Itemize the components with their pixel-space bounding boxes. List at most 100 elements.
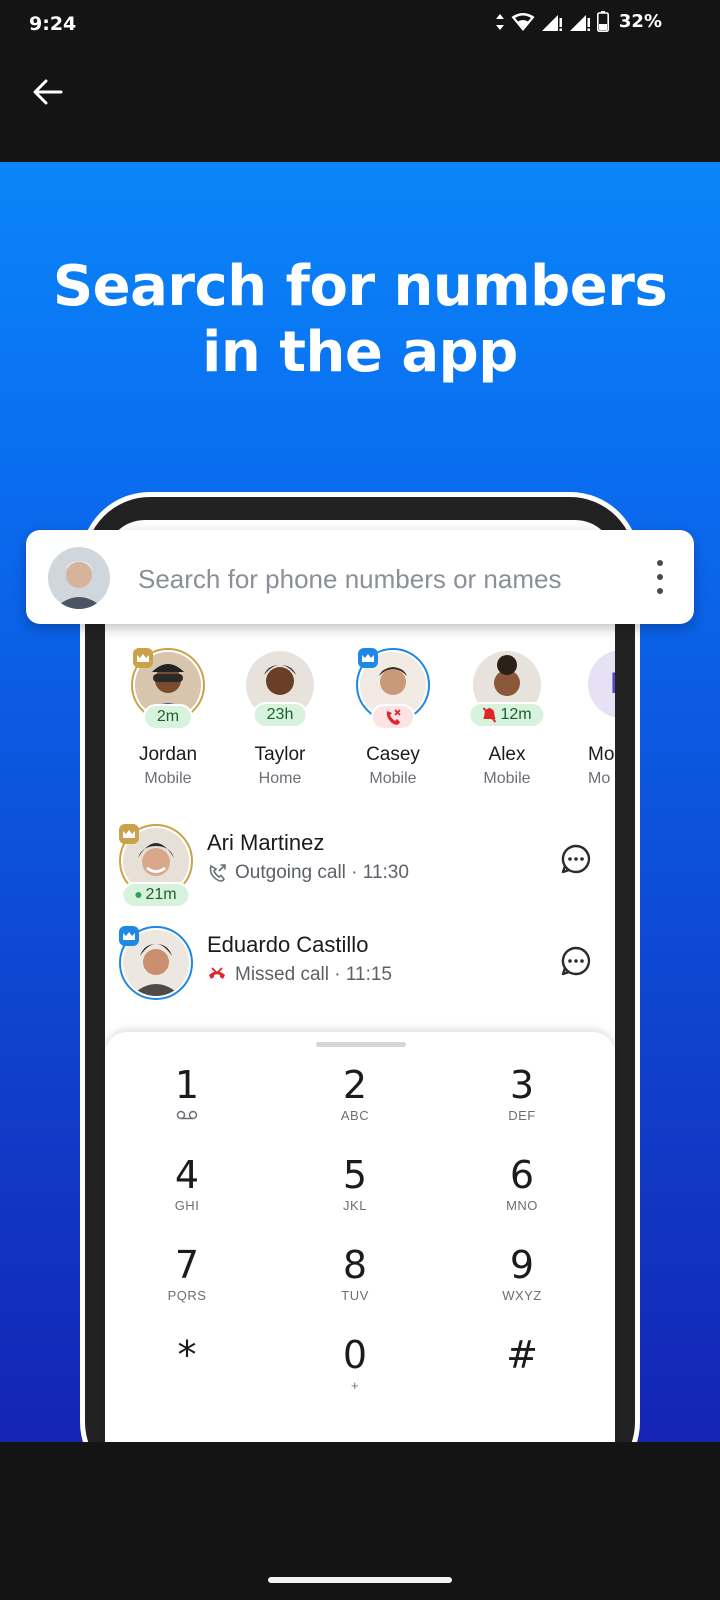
call-detail: Outgoing call · 11:30 [207, 862, 409, 884]
signal-icon-2 [569, 14, 590, 31]
call-log-row[interactable]: Eduardo Castillo Missed call · 11:15 [105, 918, 615, 1014]
more-dot [657, 574, 663, 580]
back-button[interactable] [28, 72, 68, 112]
dialpad-key-4[interactable]: 4 GHI [132, 1154, 242, 1234]
key-letters: GHI [174, 1198, 200, 1213]
dialpad-sheet: 1 2 ABC 3 DEF 4 GHI 5 JKL 6 MNO 7 PQRS 8… [105, 1032, 615, 1452]
search-input[interactable]: Search for phone numbers or names [138, 564, 561, 595]
dialpad-key-1[interactable]: 1 [132, 1064, 242, 1144]
profile-avatar[interactable] [48, 547, 110, 609]
key-digit: # [506, 1333, 538, 1377]
avatar [356, 648, 430, 730]
last-call-time: 2m [142, 704, 194, 730]
avatar [119, 926, 193, 1000]
missed-call-pill [371, 704, 415, 730]
last-call-time: 12m [468, 702, 546, 728]
chat-bubble-icon [561, 946, 591, 976]
muted-bell-icon [482, 707, 497, 723]
key-letters: DEF [508, 1108, 536, 1123]
key-letters: + [350, 1378, 360, 1393]
signal-icon [541, 14, 562, 31]
last-call-time: 21m [121, 882, 191, 908]
favorite-name: Alex [488, 744, 526, 765]
favorite-name: Taylor [254, 744, 306, 765]
call-log-row[interactable]: 21m Ari Martinez Outgoing call · 11:30 [105, 816, 615, 912]
call-detail-text: Missed call · 11:15 [235, 964, 392, 985]
message-button[interactable] [559, 842, 593, 876]
avatar: 21m [119, 824, 193, 908]
dialpad-key-6[interactable]: 6 MNO [467, 1154, 577, 1234]
avatar: 23h [243, 648, 317, 728]
key-digit: 4 [174, 1153, 200, 1197]
favorite-name: Casey [366, 744, 420, 765]
key-letters: TUV [341, 1288, 369, 1303]
premium-crown-icon [133, 648, 153, 668]
favorite-number-type: Mobile [483, 770, 531, 787]
dialpad-key-2[interactable]: 2 ABC [300, 1064, 410, 1144]
favorite-number-type: Home [258, 770, 302, 787]
key-digit: 5 [342, 1153, 368, 1197]
chat-bubble-icon [561, 844, 591, 874]
last-call-time-text: 21m [145, 886, 177, 903]
favorite-contact[interactable]: Casey Mobile [343, 648, 443, 788]
key-digit: 3 [509, 1063, 535, 1107]
key-letters [467, 1378, 577, 1394]
more-dot [657, 588, 663, 594]
message-button[interactable] [559, 944, 593, 978]
avatar-initial: M [588, 650, 615, 718]
missed-call-icon [386, 709, 401, 725]
more-vertical-icon [657, 560, 663, 566]
arrow-left-icon [33, 79, 63, 105]
favorite-contact[interactable]: 2m Jordan Mobile [118, 648, 218, 788]
key-digit: 9 [509, 1243, 535, 1287]
headline: Search for numbers in the app [52, 254, 668, 385]
dialpad-key-hash[interactable]: # [467, 1334, 577, 1414]
dialpad-key-3[interactable]: 3 DEF [467, 1064, 577, 1144]
dialpad-key-0[interactable]: 0 + [300, 1334, 410, 1414]
dialpad-key-7[interactable]: 7 PQRS [132, 1244, 242, 1324]
key-digit: 2 [342, 1063, 368, 1107]
key-letters: WXYZ [502, 1288, 542, 1303]
verified-badge-icon [119, 926, 139, 946]
dialpad-key-star[interactable]: * [132, 1334, 242, 1414]
dialpad-key-8[interactable]: 8 TUV [300, 1244, 410, 1324]
premium-crown-icon [119, 824, 139, 844]
status-bar: 9:24 32% [0, 0, 720, 50]
favorite-contact[interactable]: 12m Alex Mobile [457, 648, 557, 788]
favorite-number-type: Mo [588, 770, 611, 787]
favorite-number-type: Mobile [144, 770, 192, 787]
favorite-contact-clipped[interactable]: M Mo Mo [580, 648, 615, 788]
key-digit: 1 [174, 1063, 200, 1107]
key-digit: * [177, 1333, 197, 1377]
key-letters [132, 1378, 242, 1394]
call-detail: Missed call · 11:15 [207, 964, 392, 986]
avatar: 12m [468, 648, 546, 728]
last-call-time: 23h [252, 702, 308, 728]
more-options-button[interactable] [652, 560, 668, 594]
key-letters: ABC [340, 1108, 370, 1123]
key-digit: 6 [509, 1153, 535, 1197]
avatar: 2m [131, 648, 205, 730]
battery-icon [596, 11, 609, 32]
key-digit: 7 [174, 1243, 200, 1287]
key-digit: 0 [342, 1333, 368, 1377]
key-letters: MNO [506, 1198, 538, 1213]
key-letters: JKL [343, 1198, 367, 1213]
voicemail-icon [132, 1108, 242, 1124]
status-time: 9:24 [29, 13, 77, 35]
key-letters: PQRS [167, 1288, 207, 1303]
last-call-time-text: 12m [500, 706, 532, 723]
favorite-number-type: Mobile [369, 770, 417, 787]
battery-percent: 32% [618, 11, 662, 32]
missed-call-icon [209, 967, 225, 979]
search-bar[interactable]: Search for phone numbers or names [26, 530, 694, 624]
status-icons: 32% [495, 11, 662, 32]
call-detail-text: Outgoing call · 11:30 [235, 862, 409, 883]
key-digit: 8 [342, 1243, 368, 1287]
sheet-drag-handle[interactable] [316, 1042, 406, 1047]
favorite-name: Jordan [138, 744, 198, 765]
dialpad-key-5[interactable]: 5 JKL [300, 1154, 410, 1234]
dialpad-key-9[interactable]: 9 WXYZ [467, 1244, 577, 1324]
home-indicator[interactable] [268, 1577, 452, 1583]
favorite-contact[interactable]: 23h Taylor Home [230, 648, 330, 788]
